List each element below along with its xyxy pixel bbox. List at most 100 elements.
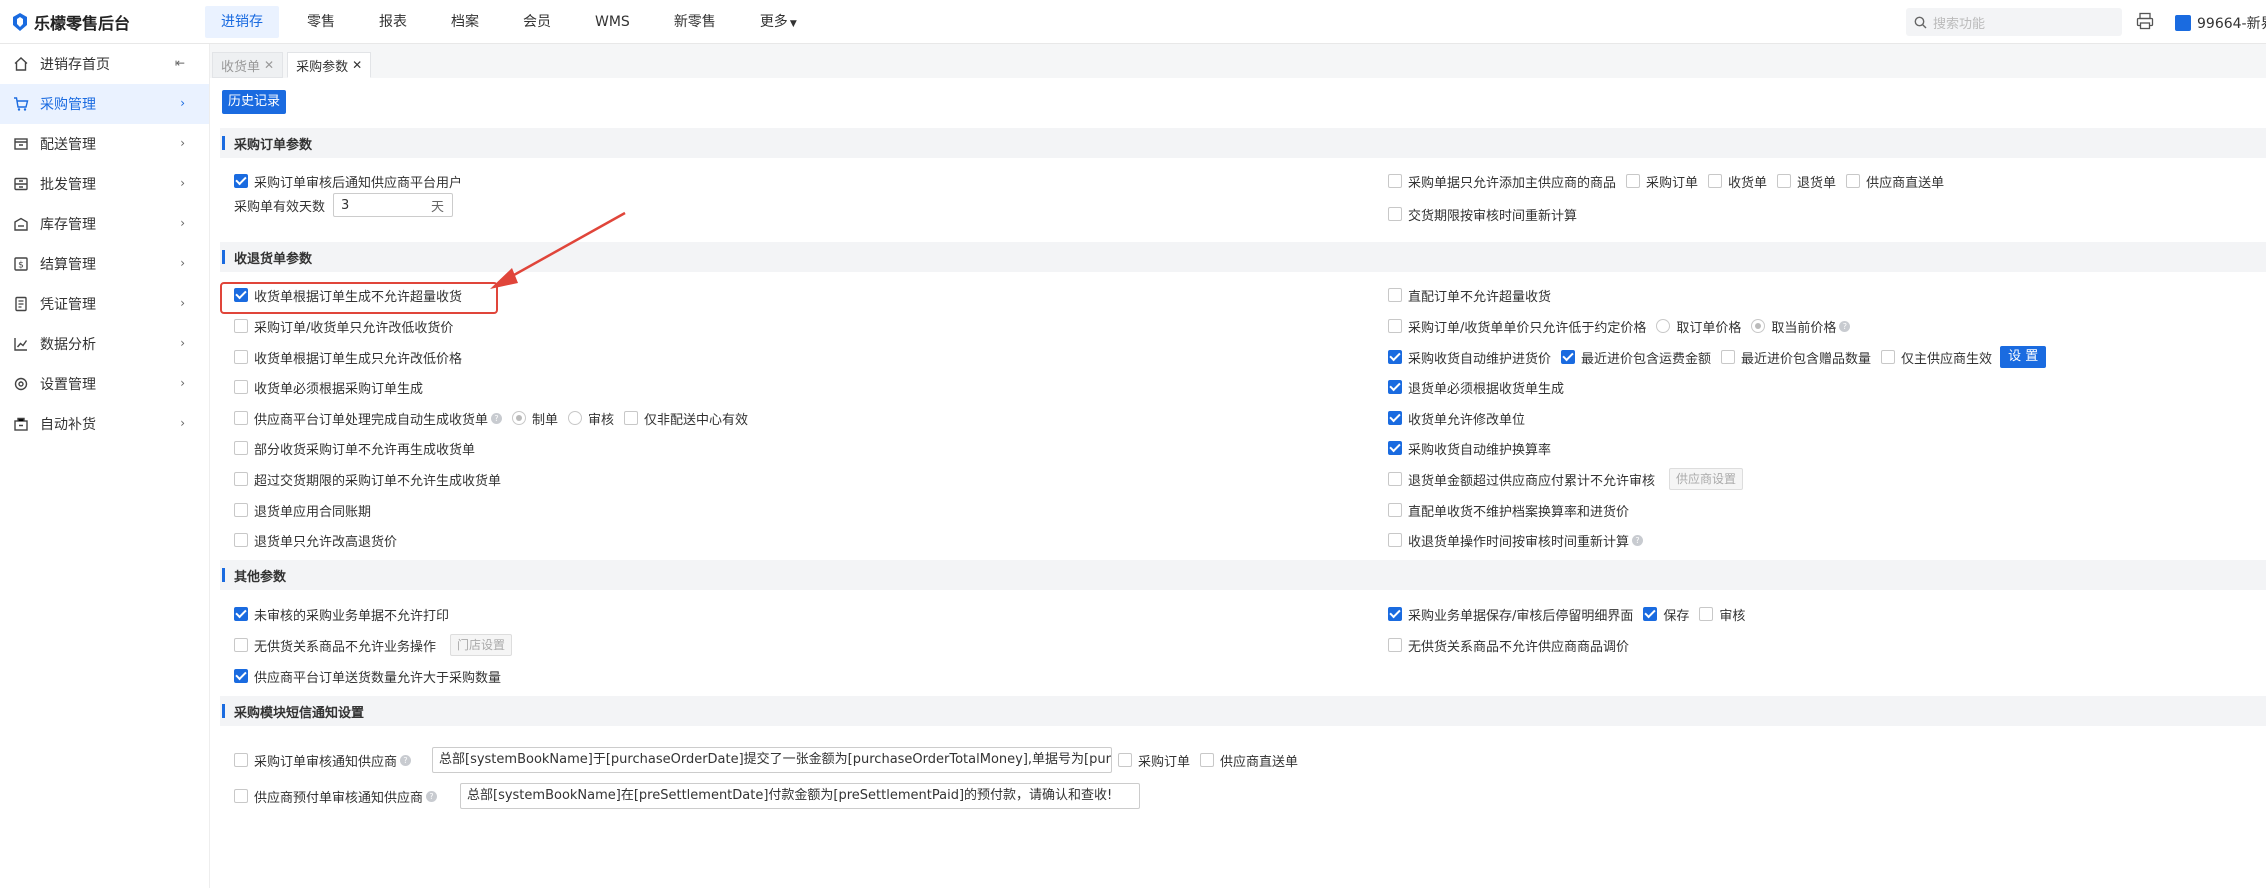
opt-sms-po-notify[interactable]: 采购订单审核通知供应商?	[234, 750, 412, 770]
checkbox[interactable]	[1777, 174, 1792, 188]
opt-auto-maintain-price[interactable]: 采购收货自动维护进货价 最近进价包含运费金额 最近进价包含赠品数量 仅主供应商生…	[1388, 346, 2047, 368]
checkbox[interactable]	[1708, 174, 1723, 188]
checkbox[interactable]	[1388, 207, 1402, 221]
checkbox[interactable]	[234, 174, 248, 188]
nav-archive[interactable]: 档案	[435, 6, 495, 38]
opt-recalc-by-audit[interactable]: 收退货单操作时间按审核时间重新计算?	[1388, 530, 1644, 550]
sms-prepay-template-input[interactable]: 总部[systemBookName]在[preSettlementDate]付款…	[460, 783, 1140, 809]
checkbox[interactable]	[234, 607, 248, 621]
nav-member[interactable]: 会员	[507, 6, 567, 38]
nav-report[interactable]: 报表	[363, 6, 423, 38]
opt-partial-no-regen[interactable]: 部分收货采购订单不允许再生成收货单	[234, 438, 475, 458]
opt-only-main-supplier[interactable]: 采购单据只允许添加主供应商的商品 采购订单 收货单 退货单 供应商直送单	[1388, 171, 1944, 191]
sidebar-item-settings[interactable]: 设置管理 ›	[0, 364, 209, 404]
radio[interactable]	[568, 411, 583, 425]
sidebar-item-inventory[interactable]: 库存管理 ›	[0, 204, 209, 244]
nav-wms[interactable]: WMS	[579, 6, 646, 38]
radio[interactable]	[1656, 319, 1671, 333]
checkbox[interactable]	[234, 753, 248, 767]
close-icon[interactable]: ✕	[264, 58, 274, 72]
opt-direct-no-maintain[interactable]: 直配单收货不维护档案换算率和进货价	[1388, 500, 1629, 520]
brand[interactable]: 乐檬零售后台	[0, 10, 205, 34]
account-switcher[interactable]: 99664-新界	[2175, 13, 2266, 33]
checkbox[interactable]	[234, 669, 248, 683]
checkbox[interactable]	[1388, 380, 1402, 394]
radio[interactable]	[512, 411, 527, 425]
tab-receipt[interactable]: 收货单 ✕	[212, 52, 284, 78]
checkbox[interactable]	[624, 411, 639, 425]
opt-recv-auto-generate[interactable]: 供应商平台订单处理完成自动生成收货单? 制单 审核 仅非配送中心有效	[234, 408, 748, 428]
checkbox[interactable]	[234, 411, 248, 425]
sidebar-item-wholesale[interactable]: 批发管理 ›	[0, 164, 209, 204]
printer-icon[interactable]	[2136, 12, 2154, 30]
checkbox[interactable]	[1388, 533, 1402, 547]
checkbox[interactable]	[1388, 350, 1402, 364]
opt-allow-modify-unit[interactable]: 收货单允许修改单位	[1388, 408, 1525, 428]
collapse-icon[interactable]: ⇤	[175, 56, 185, 70]
help-icon[interactable]: ?	[426, 790, 438, 802]
opt-price-not-lower[interactable]: 采购订单/收货单单价只允许低于约定价格 取订单价格 取当前价格?	[1388, 316, 1851, 336]
opt-return-higher-price[interactable]: 退货单只允许改高退货价	[234, 530, 397, 550]
sidebar-item-home[interactable]: 进销存首页 ⇤	[0, 44, 209, 84]
set-button[interactable]: 设 置	[2000, 346, 2047, 368]
opt-return-contract[interactable]: 退货单应用合同账期	[234, 500, 371, 520]
opt-recv-by-po[interactable]: 收货单必须根据采购订单生成	[234, 377, 423, 397]
checkbox[interactable]	[1200, 753, 1215, 767]
opt-allow-exceed[interactable]: 供应商平台订单送货数量允许大于采购数量	[234, 666, 501, 686]
sidebar-item-voucher[interactable]: 凭证管理 ›	[0, 284, 209, 324]
supplier-settings-button[interactable]: 供应商设置	[1669, 468, 1744, 490]
opt-no-price-adjust[interactable]: 无供货关系商品不允许供应商商品调价	[1388, 635, 1629, 655]
checkbox[interactable]	[234, 533, 248, 547]
opt-return-amount-exceed[interactable]: 退货单金额超过供应商应付累计不允许审核 供应商设置	[1388, 468, 1744, 490]
opt-notify-supplier[interactable]: 采购订单审核后通知供应商平台用户	[234, 171, 462, 191]
opt-recv-lower-price[interactable]: 采购订单/收货单只允许改低收货价	[234, 316, 453, 336]
checkbox[interactable]	[1388, 607, 1402, 621]
help-icon[interactable]: ?	[1632, 534, 1644, 546]
history-button[interactable]: 历史记录	[222, 90, 287, 114]
checkbox[interactable]	[234, 350, 248, 364]
checkbox[interactable]	[234, 380, 248, 394]
checkbox[interactable]	[1388, 441, 1402, 455]
nav-jinxiaocun[interactable]: 进销存	[205, 5, 279, 38]
help-icon[interactable]: ?	[1839, 320, 1851, 332]
help-icon[interactable]: ?	[491, 412, 503, 424]
sidebar-item-settlement[interactable]: $ 结算管理 ›	[0, 244, 209, 284]
opt-no-print-unaudited[interactable]: 未审核的采购业务单据不允许打印	[234, 604, 449, 624]
opt-direct-no-over[interactable]: 直配订单不允许超量收货	[1388, 285, 1551, 305]
nav-new-retail[interactable]: 新零售	[658, 6, 732, 38]
checkbox[interactable]	[234, 441, 248, 455]
checkbox[interactable]	[1388, 638, 1402, 652]
search-box[interactable]: 搜索功能	[1906, 8, 2122, 36]
checkbox[interactable]	[1118, 753, 1132, 767]
opt-return-by-receipt[interactable]: 退货单必须根据收货单生成	[1388, 377, 1564, 397]
help-icon[interactable]: ?	[400, 754, 412, 766]
checkbox[interactable]	[234, 319, 248, 333]
opt-no-supply-relation[interactable]: 无供货关系商品不允许业务操作 门店设置	[234, 634, 513, 656]
store-settings-button[interactable]: 门店设置	[450, 634, 513, 656]
opt-sms-prepay-notify[interactable]: 供应商预付单审核通知供应商?	[234, 786, 438, 806]
opt-overdue-no-gen[interactable]: 超过交货期限的采购订单不允许生成收货单	[234, 469, 501, 489]
checkbox[interactable]	[234, 638, 248, 652]
sidebar-item-purchase[interactable]: 采购管理 ›	[0, 84, 209, 124]
close-icon[interactable]: ✕	[352, 58, 362, 72]
sidebar-item-analysis[interactable]: 数据分析 ›	[0, 324, 209, 364]
checkbox[interactable]	[1388, 472, 1402, 486]
opt-stay-on-detail[interactable]: 采购业务单据保存/审核后停留明细界面 保存 审核	[1388, 604, 1745, 624]
opt-sms-po-docs[interactable]: 采购订单 供应商直送单	[1118, 750, 1298, 770]
checkbox[interactable]	[1626, 174, 1641, 188]
checkbox[interactable]	[1388, 288, 1402, 302]
tab-purchase-params[interactable]: 采购参数 ✕	[287, 52, 372, 78]
checkbox[interactable]	[1561, 350, 1576, 364]
checkbox[interactable]	[234, 472, 248, 486]
checkbox[interactable]	[1699, 607, 1714, 621]
checkbox[interactable]	[1643, 607, 1658, 621]
checkbox[interactable]	[1388, 174, 1402, 188]
opt-recv-lower-by-order[interactable]: 收货单根据订单生成只允许改低价格	[234, 347, 462, 367]
sidebar-item-replenish[interactable]: 自动补货 ›	[0, 404, 209, 444]
opt-auto-maintain-rate[interactable]: 采购收货自动维护换算率	[1388, 438, 1551, 458]
sms-po-template-input[interactable]: 总部[systemBookName]于[purchaseOrderDate]提交…	[432, 747, 1112, 773]
radio[interactable]	[1751, 319, 1766, 333]
nav-retail[interactable]: 零售	[291, 6, 351, 38]
valid-days-input[interactable]: 3天	[333, 193, 454, 217]
checkbox[interactable]	[1388, 503, 1402, 517]
